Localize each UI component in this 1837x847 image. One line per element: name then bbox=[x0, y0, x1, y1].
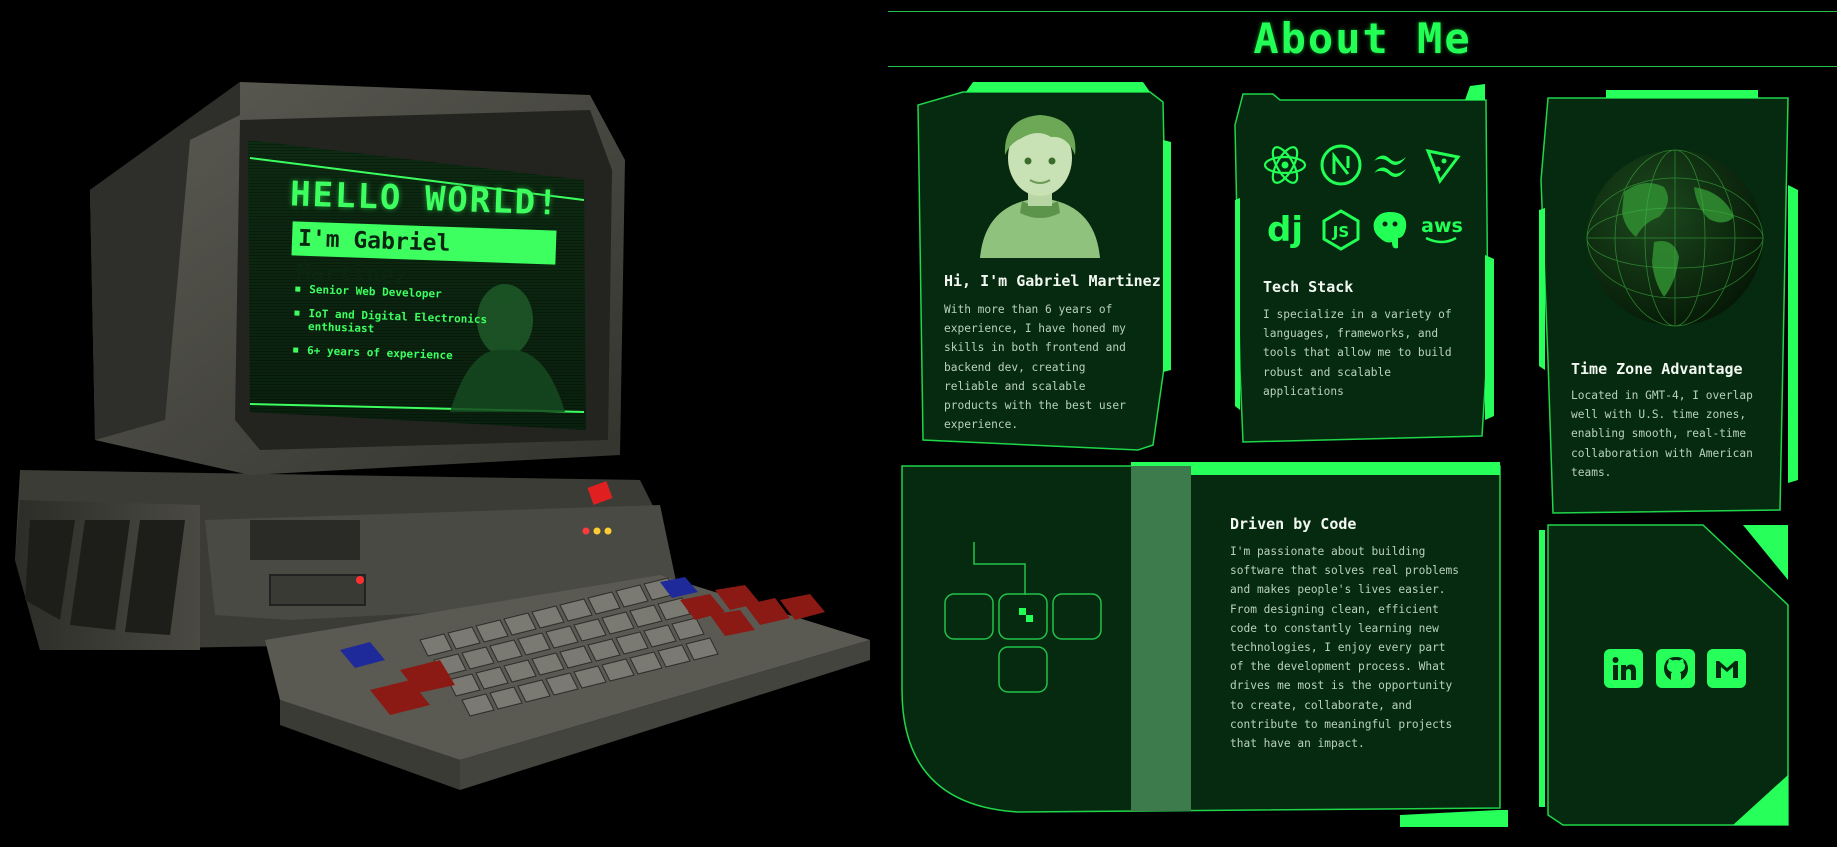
computer-drawing bbox=[15, 82, 870, 790]
retro-computer-illustration: HELLO WORLD! I'm Gabriel Martinez Senior… bbox=[0, 0, 880, 843]
django-icon: dj bbox=[1267, 210, 1303, 250]
tech-title: Tech Stack bbox=[1263, 278, 1354, 296]
screen-bullet: 6+ years of experience bbox=[293, 343, 493, 363]
avatar bbox=[980, 115, 1100, 258]
tech-body: I specialize in a variety of languages, … bbox=[1263, 308, 1452, 398]
timezone-body: Located in GMT-4, I overlap well with U.… bbox=[1571, 389, 1753, 479]
globe-icon bbox=[1586, 149, 1764, 327]
linkedin-button[interactable] bbox=[1604, 649, 1643, 688]
driven-body: I'm passionate about building software t… bbox=[1230, 545, 1460, 751]
timezone-title: Time Zone Advantage bbox=[1571, 360, 1743, 378]
about-title: About Me bbox=[1253, 14, 1472, 63]
linkedin-icon bbox=[1612, 656, 1636, 680]
screen-bullet: IoT and Digital Electronics enthusiast bbox=[294, 307, 495, 340]
driven-title: Driven by Code bbox=[1230, 515, 1357, 533]
intro-title: Hi, I'm Gabriel Martinez bbox=[944, 272, 1161, 290]
nodejs-icon: JS bbox=[1319, 208, 1363, 252]
aws-label: aws bbox=[1421, 215, 1463, 237]
aws-icon: aws bbox=[1420, 208, 1464, 252]
gmail-button[interactable] bbox=[1707, 649, 1746, 688]
nextjs-icon bbox=[1319, 143, 1363, 187]
tanstack-icon bbox=[1420, 143, 1464, 187]
github-icon bbox=[1663, 656, 1688, 680]
screen-bullet-list: Senior Web Developer IoT and Digital Ele… bbox=[293, 283, 496, 375]
gmail-icon bbox=[1715, 660, 1738, 678]
dpad-icon bbox=[944, 542, 1102, 693]
svg-text:JS: JS bbox=[1332, 223, 1349, 241]
about-header: About Me bbox=[888, 11, 1837, 67]
github-button[interactable] bbox=[1656, 649, 1695, 688]
intro-body: With more than 6 years of experience, I … bbox=[944, 303, 1126, 432]
react-icon bbox=[1263, 143, 1307, 187]
tailwind-icon bbox=[1368, 143, 1412, 187]
postgresql-icon bbox=[1368, 208, 1412, 252]
